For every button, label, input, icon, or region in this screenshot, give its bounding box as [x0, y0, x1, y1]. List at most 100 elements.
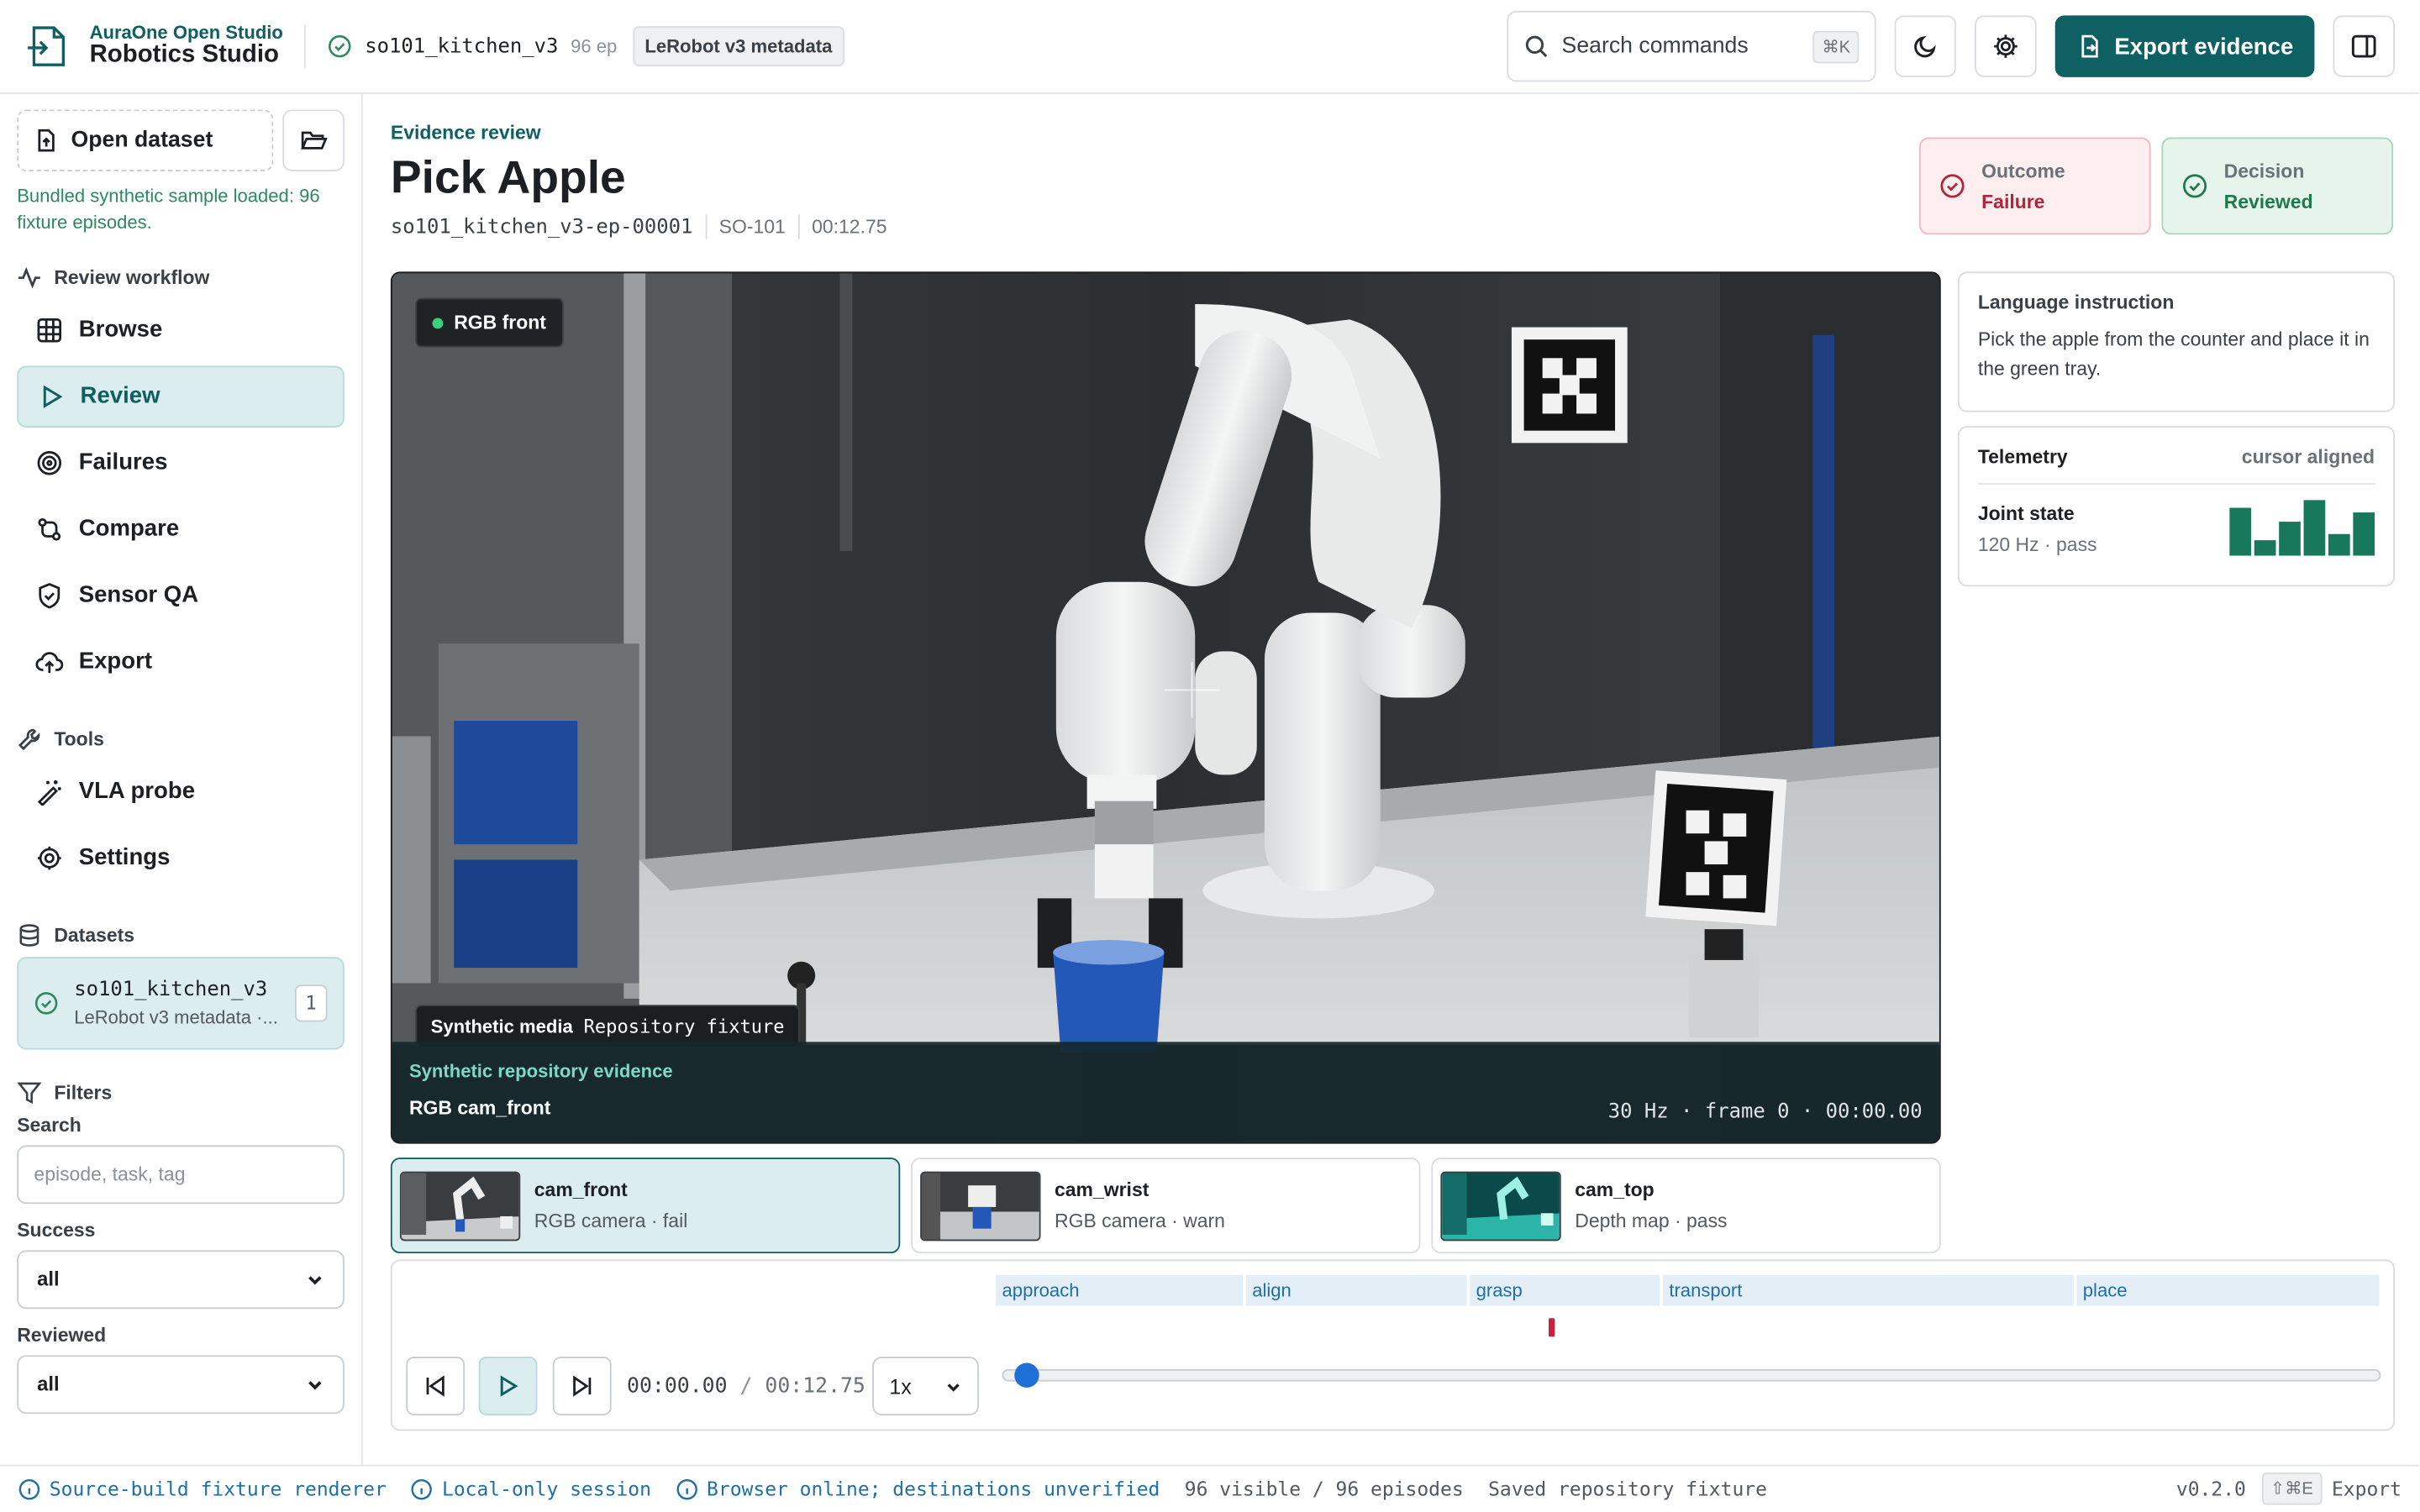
reviewed-filter-select[interactable]: all — [17, 1354, 345, 1414]
scrub-track[interactable] — [1002, 1368, 2381, 1382]
camera-label-text: RGB front — [454, 312, 546, 333]
episode-count: 96 ep — [571, 35, 618, 57]
outcome-label: Outcome — [1981, 160, 2065, 181]
telemetry-card: Telemetry cursor aligned Joint state 120… — [1957, 426, 2395, 587]
live-dot — [432, 317, 444, 328]
camera-label: RGB front — [415, 297, 564, 348]
panel-toggle-button[interactable] — [2333, 15, 2396, 77]
search-filter-input[interactable]: episode, task, tag — [17, 1145, 345, 1204]
tools-heading: Tools — [17, 727, 345, 751]
skip-back-icon — [423, 1373, 447, 1398]
duration-label: 00:12.75 — [812, 216, 887, 238]
sidebar-item-label: Compare — [78, 516, 180, 543]
success-filter-select[interactable]: all — [17, 1249, 345, 1309]
video-player[interactable]: RGB front Synthetic media Repository fixt… — [390, 271, 1941, 1144]
play-icon — [37, 382, 65, 410]
wrench-icon — [17, 727, 41, 751]
phase-place[interactable]: place — [2076, 1274, 2380, 1306]
instruction-card: Language instruction Pick the apple from… — [1957, 271, 2395, 412]
dataset-name: so101_kitchen_v3 — [365, 34, 559, 58]
database-icon — [17, 922, 41, 947]
loaded-message: Bundled synthetic sample loaded: 96 fixt… — [17, 185, 320, 234]
time-readout: 00:00.00 / 00:12.75 — [627, 1373, 865, 1398]
status-export[interactable]: ⇧⌘E Export — [2261, 1473, 2402, 1505]
sidebar-item-failures[interactable]: Failures — [17, 432, 345, 494]
activity-icon — [17, 265, 41, 290]
speed-value: 1x — [889, 1374, 912, 1398]
camera-name: cam_top — [1575, 1179, 1655, 1201]
phase-grasp[interactable]: grasp — [1470, 1274, 1660, 1306]
file-export-icon — [2077, 34, 2102, 58]
sidebar-item-vla-probe[interactable]: VLA probe — [17, 760, 345, 822]
chevron-down-icon — [306, 1270, 324, 1289]
dataset-card-name: so101_kitchen_v3 — [74, 978, 268, 1002]
sidebar-item-label: Settings — [78, 844, 171, 871]
brand-top: AuraOne Open Studio — [89, 22, 283, 44]
info-icon — [676, 1478, 697, 1500]
sidebar-icon — [2350, 33, 2378, 60]
sidebar-item-compare[interactable]: Compare — [17, 498, 345, 560]
brand: AuraOne Open Studio Robotics Studio — [90, 24, 283, 69]
camera-name: cam_wrist — [1055, 1179, 1150, 1201]
sidebar-item-export[interactable]: Export — [17, 631, 345, 693]
brand-bottom: Robotics Studio — [89, 41, 279, 68]
moon-icon — [1912, 33, 1940, 60]
joint-sub: 120 Hz · pass — [1977, 533, 2097, 556]
success-filter-value: all — [37, 1268, 60, 1291]
skip-back-button[interactable] — [406, 1357, 466, 1415]
info-icon — [411, 1478, 433, 1500]
scrub-handle[interactable] — [1014, 1362, 1039, 1388]
sidebar-item-label: Export — [78, 648, 153, 675]
git-compare-icon — [35, 515, 63, 543]
chevron-down-icon — [945, 1378, 962, 1394]
status-session: Local-only session — [411, 1478, 651, 1500]
telemetry-status: cursor aligned — [2241, 446, 2375, 468]
camera-tile-cam-front[interactable]: cam_front RGB camera · fail — [390, 1158, 901, 1254]
phase-align[interactable]: align — [1245, 1274, 1467, 1306]
status-export-label: Export — [2331, 1477, 2402, 1501]
dataset-card[interactable]: so101_kitchen_v3 LeRobot v3 metadata ·..… — [17, 956, 345, 1050]
settings-button[interactable] — [1975, 15, 2038, 77]
workflow-heading: Review workflow — [17, 265, 345, 290]
phase-transport[interactable]: transport — [1662, 1274, 2074, 1306]
sidebar-item-browse[interactable]: Browse — [17, 299, 345, 361]
camera-desc: RGB camera · fail — [534, 1210, 688, 1232]
playback-timeline: approach align grasp transport place 00:… — [390, 1259, 2395, 1431]
sidebar-item-review[interactable]: Review — [17, 365, 345, 428]
sidebar-item-settings[interactable]: Settings — [17, 827, 345, 889]
status-saved: Saved repository fixture — [1488, 1477, 1767, 1501]
search-shortcut: ⌘K — [1812, 29, 1860, 63]
failure-marker[interactable] — [1549, 1318, 1555, 1337]
camera-thumbnail — [920, 1170, 1041, 1241]
datasets-title: Datasets — [54, 924, 135, 946]
outcome-value: Failure — [1981, 190, 2045, 213]
reviewed-filter-label: Reviewed — [17, 1324, 107, 1346]
check-circle-icon — [34, 990, 58, 1015]
command-search[interactable]: Search commands ⌘K — [1507, 10, 1877, 82]
joint-bar — [2328, 533, 2350, 556]
time-total: 00:12.75 — [765, 1373, 865, 1399]
theme-toggle-button[interactable] — [1895, 15, 1957, 77]
joint-bar — [2254, 540, 2276, 556]
file-upload-icon — [34, 129, 58, 153]
skip-forward-button[interactable] — [552, 1357, 612, 1415]
speed-select[interactable]: 1x — [872, 1357, 979, 1415]
open-dataset-button[interactable]: Open dataset — [17, 109, 274, 171]
sidebar-item-label: VLA probe — [78, 778, 196, 805]
camera-desc: RGB camera · warn — [1055, 1210, 1225, 1232]
play-icon — [496, 1373, 520, 1398]
camera-thumbnail — [399, 1170, 521, 1241]
export-evidence-button[interactable]: Export evidence — [2055, 15, 2316, 77]
play-button[interactable] — [478, 1357, 538, 1415]
camera-tile-cam-wrist[interactable]: cam_wrist RGB camera · warn — [911, 1158, 1421, 1254]
check-circle-icon — [328, 34, 352, 58]
cloud-upload-icon — [35, 648, 64, 675]
phase-approach[interactable]: approach — [996, 1274, 1244, 1306]
open-folder-button[interactable] — [282, 109, 345, 171]
camera-tile-cam-top[interactable]: cam_top Depth map · pass — [1431, 1158, 1941, 1254]
gear-icon — [1992, 33, 2020, 60]
open-dataset-label: Open dataset — [71, 128, 213, 153]
sidebar-item-sensor-qa[interactable]: Sensor QA — [17, 564, 345, 627]
target-icon — [35, 449, 63, 476]
joint-state-sparkbars — [2229, 500, 2375, 556]
